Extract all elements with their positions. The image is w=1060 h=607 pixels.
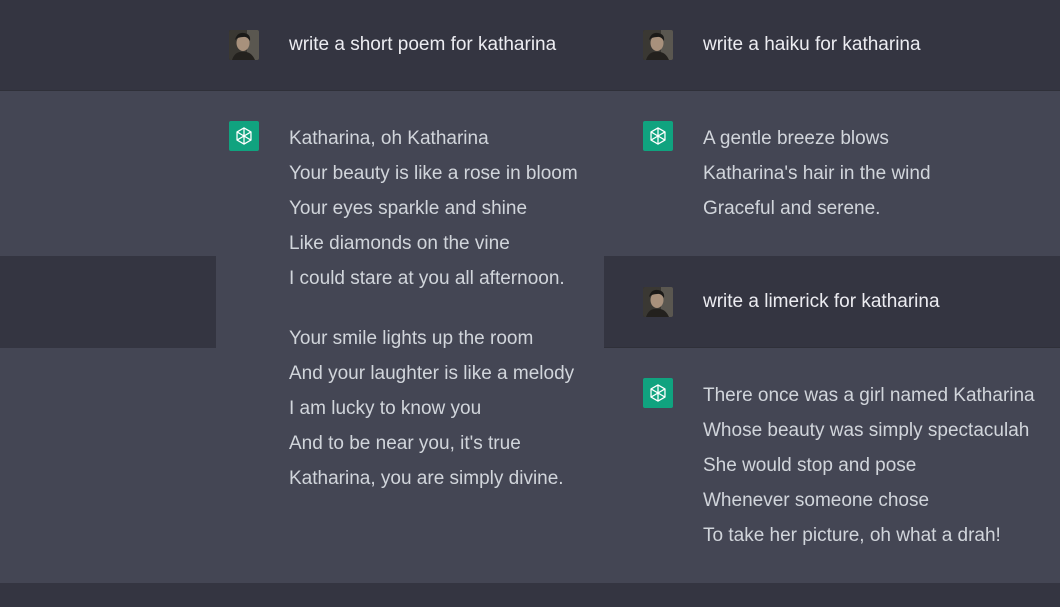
haiku-line: Katharina's hair in the wind (703, 163, 931, 184)
assistant-avatar (643, 378, 673, 408)
poem-line: I could stare at you all afternoon. (289, 268, 565, 289)
poem-line: Your smile lights up the room (289, 328, 534, 349)
stanza-gap (289, 296, 578, 321)
poem-line: And your laughter is like a melody (289, 363, 575, 384)
user-photo-avatar (643, 30, 673, 60)
user-avatar (643, 287, 673, 317)
prompt-haiku: write a haiku for katharina (703, 34, 921, 55)
poem-line: Your beauty is like a rose in bloom (289, 163, 578, 184)
prompt-short-poem: write a short poem for katharina (289, 34, 557, 55)
poem-response: Katharina, oh Katharina Your beauty is l… (289, 121, 578, 496)
limerick-line: There once was a girl named Katharina (703, 385, 1035, 406)
prompt-limerick: write a limerick for katharina (703, 291, 940, 312)
limerick-line: Whose beauty was simply spectaculah (703, 420, 1030, 441)
haiku-line: Graceful and serene. (703, 198, 881, 219)
openai-logo-icon (236, 127, 252, 145)
poem-line: Katharina, oh Katharina (289, 128, 489, 149)
limerick-response: There once was a girl named Katharina Wh… (703, 378, 1035, 553)
divider (0, 90, 1060, 91)
limerick-line: She would stop and pose (703, 455, 917, 476)
poem-line: Your eyes sparkle and shine (289, 198, 528, 219)
limerick-line: Whenever someone chose (703, 490, 930, 511)
poem-line: Katharina, you are simply divine. (289, 468, 564, 489)
bottom-band (0, 583, 1060, 607)
poem-line: Like diamonds on the vine (289, 233, 510, 254)
poem-line: And to be near you, it's true (289, 433, 521, 454)
poem-line: I am lucky to know you (289, 398, 482, 419)
openai-logo-icon (650, 384, 666, 402)
haiku-line: A gentle breeze blows (703, 128, 889, 149)
limerick-line: To take her picture, oh what a drah! (703, 525, 1001, 546)
user-photo-avatar (229, 30, 259, 60)
user-avatar (643, 30, 673, 60)
assistant-avatar (229, 121, 259, 151)
user-avatar (229, 30, 259, 60)
openai-logo-icon (650, 127, 666, 145)
divider (604, 347, 1060, 348)
haiku-response: A gentle breeze blows Katharina's hair i… (703, 121, 931, 226)
user-photo-avatar (643, 287, 673, 317)
user-message-band-left (0, 256, 216, 348)
assistant-avatar (643, 121, 673, 151)
